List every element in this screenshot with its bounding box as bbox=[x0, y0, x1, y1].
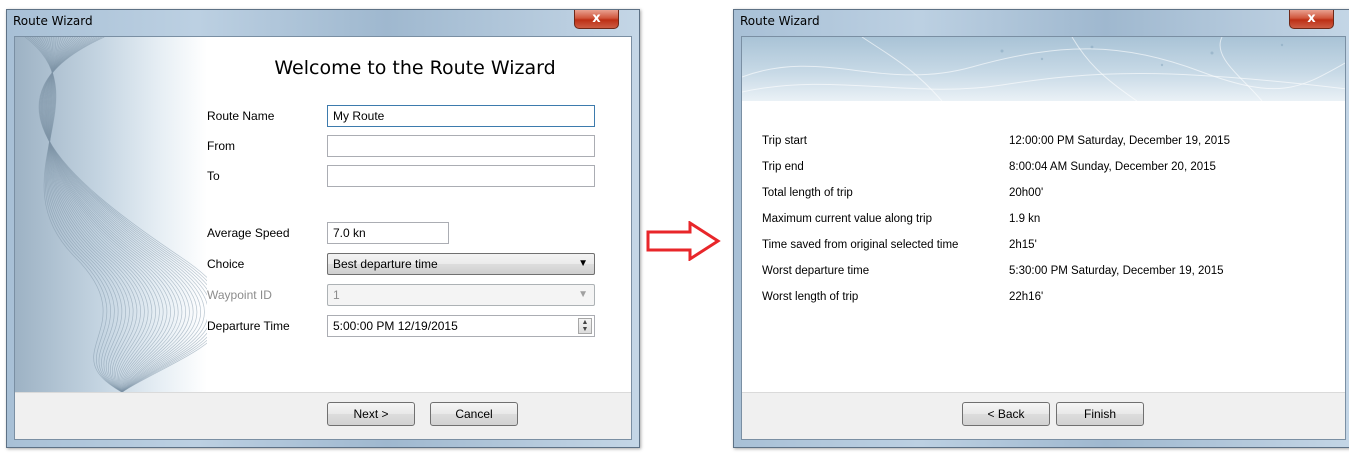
choice-selected-value: Best departure time bbox=[333, 257, 438, 271]
wizard-footer: < Back Finish bbox=[742, 392, 1345, 439]
choice-label: Choice bbox=[207, 257, 245, 271]
waypoint-id-selected-value: 1 bbox=[333, 288, 340, 302]
departure-time-picker[interactable]: 5:00:00 PM 12/19/2015 ▲ ▼ bbox=[327, 315, 595, 337]
wave-lines-graphic bbox=[24, 37, 207, 393]
to-input[interactable] bbox=[327, 165, 595, 187]
summary-value: 2h15' bbox=[1009, 239, 1037, 251]
summary-value: 5:30:00 PM Saturday, December 19, 2015 bbox=[1009, 265, 1224, 277]
dropdown-arrow-icon: ▼ bbox=[578, 289, 588, 300]
route-name-input[interactable] bbox=[327, 105, 595, 127]
to-label: To bbox=[207, 169, 220, 183]
cancel-button[interactable]: Cancel bbox=[430, 402, 518, 426]
summary-value: 22h16' bbox=[1009, 291, 1044, 303]
back-button[interactable]: < Back bbox=[962, 402, 1050, 426]
departure-time-label: Departure Time bbox=[207, 319, 290, 333]
summary-value: 8:00:04 AM Sunday, December 20, 2015 bbox=[1009, 161, 1216, 173]
dropdown-arrow-icon: ▼ bbox=[578, 258, 588, 269]
route-wizard-window-summary: Route Wizard x Trip start 12:00:00 PM Sa… bbox=[733, 9, 1349, 448]
decorative-map-banner bbox=[742, 37, 1345, 101]
summary-label: Total length of trip bbox=[762, 187, 853, 199]
choice-dropdown[interactable]: Best departure time ▼ bbox=[327, 253, 595, 275]
finish-button[interactable]: Finish bbox=[1056, 402, 1144, 426]
wizard-footer: Next > Cancel bbox=[15, 392, 631, 439]
window-title: Route Wizard bbox=[740, 14, 820, 28]
summary-label: Maximum current value along trip bbox=[762, 213, 933, 225]
welcome-heading: Welcome to the Route Wizard bbox=[274, 57, 556, 79]
title-bar[interactable]: Route Wizard x bbox=[7, 10, 639, 36]
summary-value: 1.9 kn bbox=[1009, 213, 1041, 225]
up-down-spinner-icon[interactable]: ▲ ▼ bbox=[578, 318, 592, 334]
summary-value: 12:00:00 PM Saturday, December 19, 2015 bbox=[1009, 135, 1230, 147]
close-button[interactable]: x bbox=[1289, 10, 1334, 29]
chart-lines-graphic bbox=[742, 37, 1345, 101]
title-bar[interactable]: Route Wizard x bbox=[734, 10, 1349, 36]
route-wizard-window-welcome: Route Wizard x Welcome to the Route Wiza… bbox=[6, 9, 640, 448]
summary-label: Trip end bbox=[762, 161, 804, 173]
from-input[interactable] bbox=[327, 135, 595, 157]
wizard-client-area: Welcome to the Route Wizard Route Name F… bbox=[14, 36, 632, 440]
summary-value: 20h00' bbox=[1009, 187, 1044, 199]
window-title: Route Wizard bbox=[13, 14, 93, 28]
right-arrow-icon bbox=[646, 221, 721, 261]
average-speed-label: Average Speed bbox=[207, 226, 290, 240]
summary-label: Worst length of trip bbox=[762, 291, 859, 303]
next-button[interactable]: Next > bbox=[327, 402, 415, 426]
from-label: From bbox=[207, 139, 235, 153]
summary-label: Worst departure time bbox=[762, 265, 870, 277]
departure-time-value: 5:00:00 PM 12/19/2015 bbox=[333, 319, 458, 333]
summary-label: Trip start bbox=[762, 135, 807, 147]
waypoint-id-label: Waypoint ID bbox=[207, 288, 272, 302]
average-speed-input[interactable] bbox=[327, 222, 449, 244]
route-name-label: Route Name bbox=[207, 109, 275, 123]
wizard-client-area: Trip start 12:00:00 PM Saturday, December… bbox=[741, 36, 1346, 440]
close-button[interactable]: x bbox=[574, 10, 619, 29]
waypoint-id-dropdown: 1 ▼ bbox=[327, 284, 595, 306]
decorative-wave-sidebar bbox=[15, 37, 207, 393]
summary-label: Time saved from original selected time bbox=[762, 239, 959, 251]
